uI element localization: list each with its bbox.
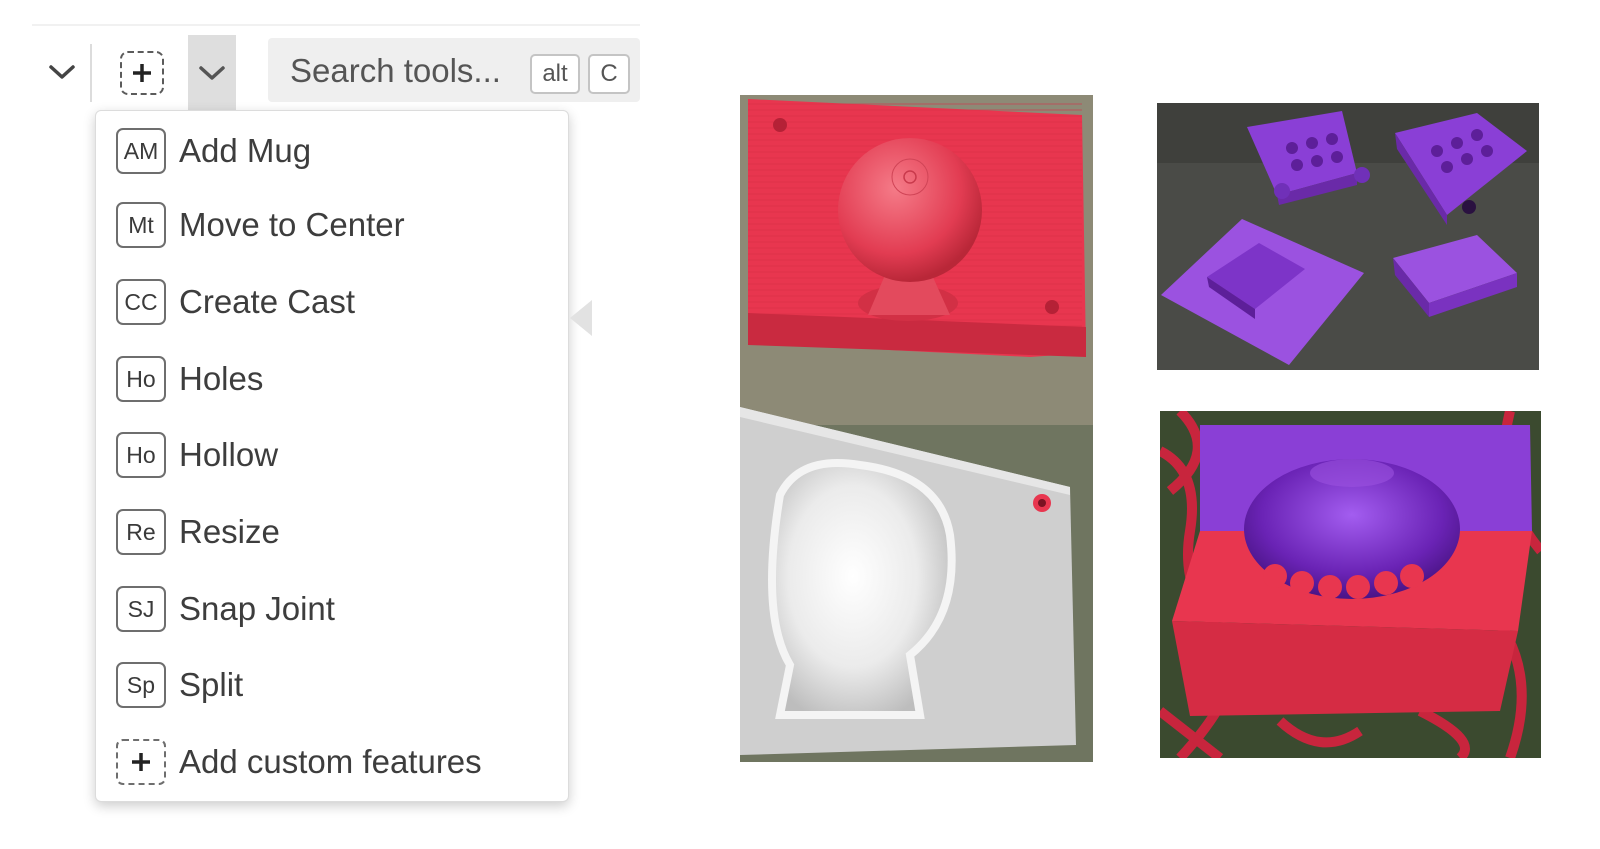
popover-pointer: [570, 300, 592, 336]
plus-dashed-icon: [116, 739, 166, 785]
custom-features-button[interactable]: [116, 48, 168, 98]
menu-item-label: Move to Center: [179, 206, 405, 243]
chevron-down-icon: [199, 66, 225, 80]
toolbar-divider: [90, 44, 92, 102]
menu-item-label: Holes: [179, 360, 264, 397]
menu-item-resize[interactable]: Re Resize: [116, 504, 546, 560]
plus-dashed-icon: [120, 51, 164, 95]
search-placeholder: Search tools...: [290, 52, 501, 89]
feature-toolbar: Search tools... alt C: [32, 24, 640, 111]
photo-two-tone-mold: [1160, 411, 1541, 758]
feature-abbr-badge: Sp: [116, 662, 166, 708]
photo-purple-snap-parts: [1157, 103, 1539, 370]
menu-item-label: Split: [179, 666, 244, 703]
menu-item-hollow[interactable]: Ho Hollow: [116, 427, 546, 483]
custom-features-menu: AM Add Mug Mt Move to Center CC Create C…: [95, 110, 569, 802]
menu-item-label: Add custom features: [179, 743, 482, 780]
chevron-down-icon: [49, 65, 75, 79]
menu-item-add-mug[interactable]: AM Add Mug: [116, 123, 546, 179]
custom-features-dropdown-toggle[interactable]: [188, 35, 236, 111]
menu-item-create-cast[interactable]: CC Create Cast: [116, 274, 546, 330]
menu-item-holes[interactable]: Ho Holes: [116, 351, 546, 407]
feature-abbr-badge: Mt: [116, 202, 166, 248]
menu-item-label: Hollow: [179, 436, 279, 473]
menu-item-label: Add Mug: [179, 132, 312, 169]
photo-mold-and-cast: [740, 95, 1093, 762]
feature-abbr-badge: Ho: [116, 356, 166, 402]
collapse-toolbar-button[interactable]: [42, 52, 82, 92]
search-tools-input[interactable]: Search tools... alt C: [268, 38, 640, 102]
feature-abbr-badge: SJ: [116, 586, 166, 632]
menu-item-add-custom-features[interactable]: Add custom features: [116, 734, 546, 790]
menu-item-label: Create Cast: [179, 283, 356, 320]
feature-abbr-badge: Re: [116, 509, 166, 555]
feature-abbr-badge: CC: [116, 279, 166, 325]
shortcut-key-alt: alt: [530, 54, 580, 94]
feature-abbr-badge: AM: [116, 128, 166, 174]
menu-item-split[interactable]: Sp Split: [116, 657, 546, 713]
feature-abbr-badge: Ho: [116, 432, 166, 478]
menu-item-move-to-center[interactable]: Mt Move to Center: [116, 197, 546, 253]
shortcut-key-c: C: [588, 54, 630, 94]
menu-item-label: Resize: [179, 513, 280, 550]
menu-item-label: Snap Joint: [179, 590, 335, 627]
menu-item-snap-joint[interactable]: SJ Snap Joint: [116, 581, 546, 637]
